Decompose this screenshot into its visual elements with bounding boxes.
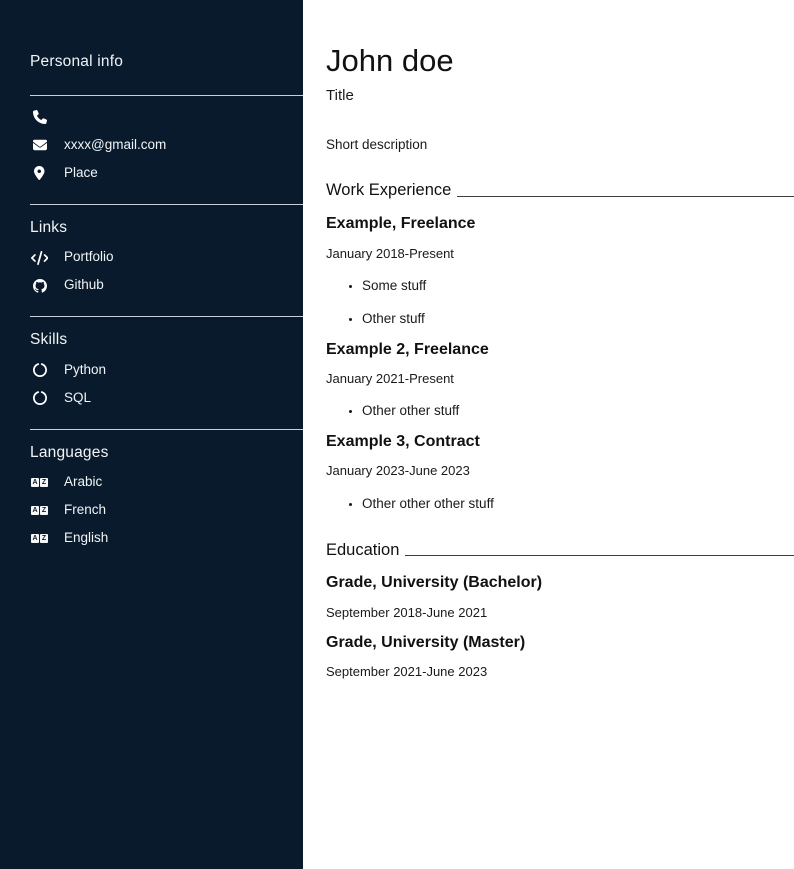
entry-title: Example, Freelance: [326, 215, 794, 233]
language-icon: AZ: [30, 534, 49, 543]
entry-date: September 2021-June 2023: [326, 665, 794, 679]
entry-date: January 2018-Present: [326, 247, 794, 261]
map-marker-icon: [30, 166, 49, 180]
entry-bullets: Other other other stuff: [326, 497, 794, 512]
sidebar-item-label: xxxx@gmail.com: [64, 138, 166, 153]
sidebar-heading-personal-info: Personal info: [30, 53, 303, 72]
github-icon: [30, 279, 49, 293]
resume-sections: Work Experience Example, Freelance January…: [326, 181, 794, 679]
sidebar-item-label: SQL: [64, 391, 91, 406]
entry-title: Grade, University (Bachelor): [326, 574, 794, 592]
person-title: Title: [326, 88, 794, 105]
language-icon: AZ: [30, 506, 49, 515]
sidebar-item-label: Place: [64, 166, 98, 181]
entry-title: Grade, University (Master): [326, 634, 794, 652]
sidebar-heading-skills: Skills: [30, 331, 303, 350]
sidebar-item-label: English: [64, 531, 108, 546]
sidebar-item-sql: SQL: [30, 391, 303, 406]
entry-date: January 2023-June 2023: [326, 464, 794, 478]
sidebar-item-label: French: [64, 503, 106, 518]
resume-section-work-experience: Work Experience Example, Freelance January…: [326, 181, 794, 511]
sidebar-item-label: Github: [64, 278, 104, 293]
entry-date: January 2021-Present: [326, 372, 794, 386]
sidebar-divider: [30, 429, 303, 430]
entry-title: Example 2, Freelance: [326, 341, 794, 359]
sidebar-item-xxxx-gmail-com: xxxx@gmail.com: [30, 138, 303, 153]
language-icon: AZ: [30, 478, 49, 487]
sidebar-item-english: AZ English: [30, 531, 303, 546]
section-heading-row: Work Experience: [326, 181, 794, 201]
section-heading: Education: [326, 541, 399, 561]
sidebar-item-phone-icon: [30, 110, 303, 125]
bullet-item: Some stuff: [362, 279, 794, 294]
circle-notch-icon: [30, 363, 49, 377]
sidebar-item-portfolio[interactable]: Portfolio: [30, 250, 303, 265]
bullet-item: Other other stuff: [362, 404, 794, 419]
section-rule: [405, 555, 794, 556]
sidebar-divider: [30, 316, 303, 317]
resume-section-education: Education Grade, University (Bachelor) Sep…: [326, 541, 794, 680]
sidebar-divider: [30, 95, 303, 96]
sidebar-divider: [30, 204, 303, 205]
main-content: John doe Title Short description Work Ex…: [303, 0, 794, 869]
circle-notch-icon: [30, 391, 49, 405]
sidebar: Personal info xxxx@gmail.com Place Links Por…: [0, 0, 303, 869]
sidebar-heading-links: Links: [30, 219, 303, 238]
entry-bullets: Other other stuff: [326, 404, 794, 419]
bullet-item: Other other other stuff: [362, 497, 794, 512]
sidebar-heading-languages: Languages: [30, 444, 303, 463]
bullet-item: Other stuff: [362, 312, 794, 327]
entry-bullets: Some stuff Other stuff: [326, 279, 794, 327]
sidebar-item-python: Python: [30, 363, 303, 378]
section-heading-row: Education: [326, 541, 794, 561]
sidebar-item-label: Portfolio: [64, 250, 114, 265]
phone-icon: [30, 110, 49, 124]
resume-page: Personal info xxxx@gmail.com Place Links Por…: [0, 0, 794, 869]
sidebar-item-label: Arabic: [64, 475, 102, 490]
entry-title: Example 3, Contract: [326, 433, 794, 451]
person-name: John doe: [326, 45, 794, 76]
short-description: Short description: [326, 138, 794, 153]
sidebar-item-github[interactable]: Github: [30, 278, 303, 293]
entry-date: September 2018-June 2021: [326, 606, 794, 620]
section-heading: Work Experience: [326, 181, 451, 201]
code-icon: [30, 251, 49, 265]
section-rule: [457, 196, 794, 197]
sidebar-item-label: Python: [64, 363, 106, 378]
envelope-icon: [30, 138, 49, 152]
sidebar-item-place: Place: [30, 166, 303, 181]
sidebar-item-french: AZ French: [30, 503, 303, 518]
sidebar-item-arabic: AZ Arabic: [30, 475, 303, 490]
